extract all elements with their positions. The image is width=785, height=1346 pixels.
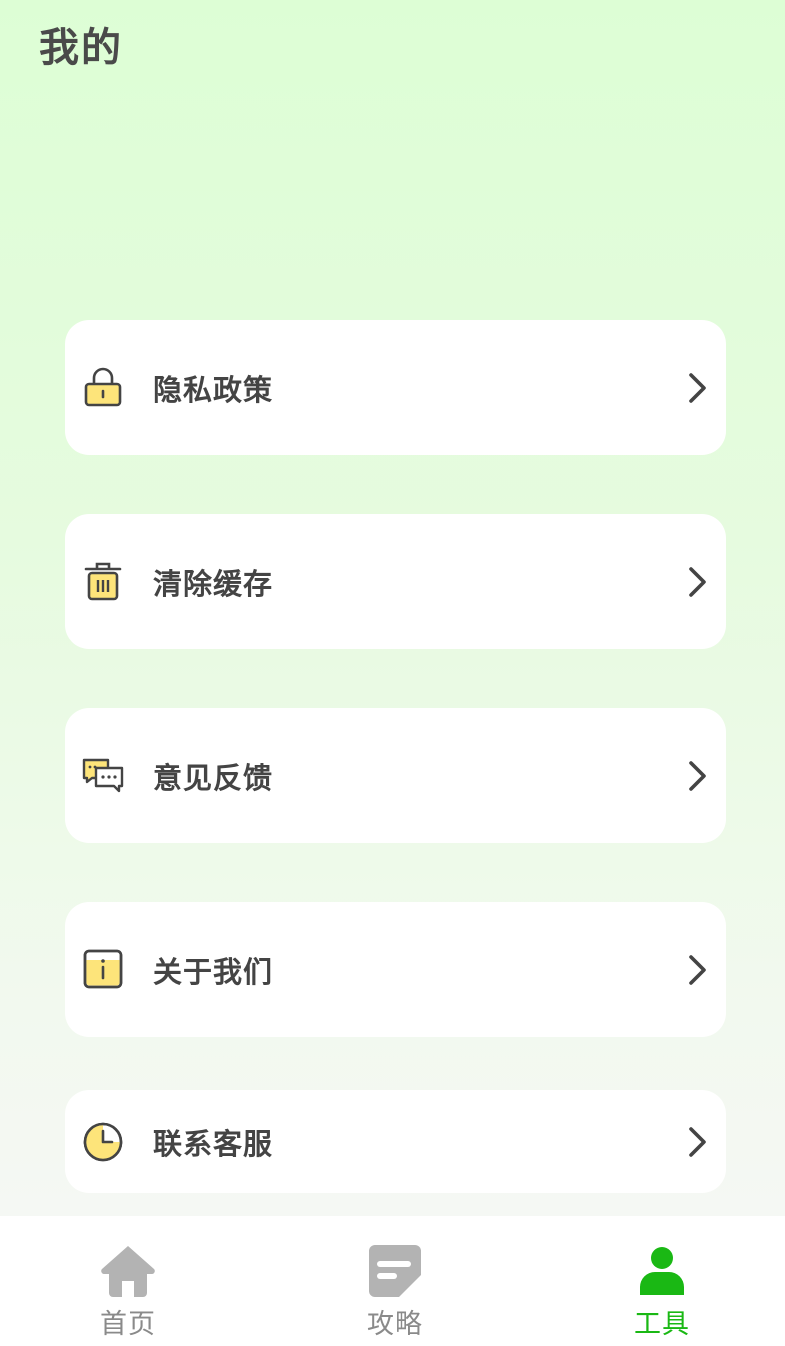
tab-home[interactable]: 首页 — [48, 1216, 208, 1346]
menu-item-clear-cache[interactable]: 清除缓存 — [65, 514, 726, 649]
menu-item-label: 意见反馈 — [153, 760, 274, 795]
home-icon — [98, 1242, 158, 1300]
person-icon — [632, 1242, 692, 1300]
menu-item-label: 隐私政策 — [153, 372, 274, 407]
menu-item-label: 关于我们 — [153, 954, 274, 989]
chevron-right-icon — [689, 566, 706, 597]
menu-item-about-us[interactable]: 关于我们 — [65, 902, 726, 1037]
document-icon — [365, 1242, 425, 1300]
tab-label: 工具 — [634, 1309, 690, 1340]
chevron-right-icon — [689, 372, 706, 403]
menu-item-feedback[interactable]: 意见反馈 — [65, 708, 726, 843]
menu-item-privacy[interactable]: 隐私政策 — [65, 320, 726, 455]
tab-tools[interactable]: 工具 — [582, 1216, 742, 1346]
tab-guide[interactable]: 攻略 — [315, 1216, 475, 1346]
tab-label: 首页 — [100, 1309, 156, 1340]
page-title: 我的 — [39, 24, 123, 71]
chevron-right-icon — [689, 1126, 706, 1157]
menu-item-label: 清除缓存 — [153, 566, 274, 601]
menu-item-label: 联系客服 — [153, 1126, 274, 1161]
chat-bubbles-icon — [81, 753, 125, 797]
menu-item-contact-service[interactable]: 联系客服 — [65, 1090, 726, 1193]
bottom-tab-bar: 首页 攻略 工具 — [0, 1216, 785, 1346]
trash-icon — [81, 559, 125, 603]
chevron-right-icon — [689, 954, 706, 985]
clock-icon — [81, 1120, 125, 1164]
lock-icon — [81, 365, 125, 409]
info-icon — [81, 947, 125, 991]
tab-label: 攻略 — [367, 1309, 423, 1340]
chevron-right-icon — [689, 760, 706, 791]
